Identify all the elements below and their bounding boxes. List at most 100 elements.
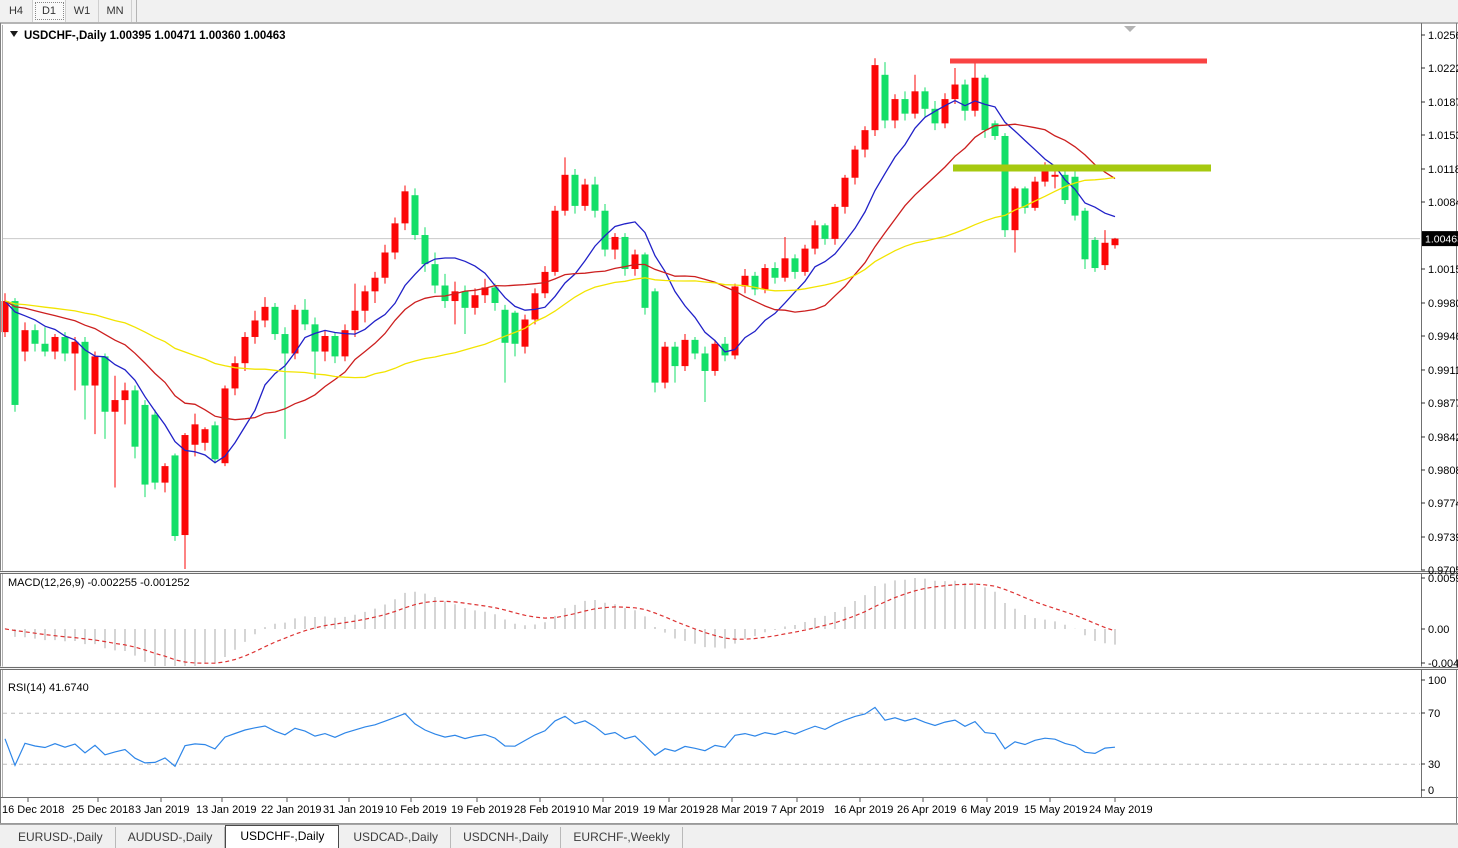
date-axis-label: 19 Mar 2019: [643, 804, 705, 816]
date-axis-label: 3 Jan 2019: [135, 804, 189, 816]
candle: [601, 210, 609, 250]
candle: [591, 184, 599, 211]
candle: [681, 339, 689, 367]
candle: [211, 425, 219, 460]
candle: [11, 301, 19, 405]
price-axis-label: 1.01180: [1428, 164, 1458, 176]
candle: [331, 335, 339, 357]
candle: [401, 191, 409, 224]
candle: [71, 341, 79, 354]
candle: [561, 174, 569, 211]
candle: [101, 356, 109, 412]
candle: [381, 252, 389, 278]
candle: [911, 91, 919, 114]
date-axis-label: 10 Feb 2019: [385, 804, 447, 816]
candle: [1091, 239, 1099, 269]
candle: [811, 225, 819, 249]
candle: [191, 424, 199, 445]
date-axis-label: 10 Mar 2019: [577, 804, 639, 816]
candle: [321, 335, 329, 352]
candle: [531, 293, 539, 320]
rsi-axis-label: 70: [1428, 708, 1440, 720]
mt4-window: H4D1W1MN 1.025601.022201.018701.015301.0…: [0, 0, 1458, 848]
candle: [91, 356, 99, 386]
candle: [641, 254, 649, 308]
candle: [41, 343, 49, 352]
candle: [951, 84, 959, 100]
candle: [1031, 181, 1039, 208]
chart-tab-eurchfweekly[interactable]: EURCHF-,Weekly: [561, 827, 683, 848]
timeframe-button-w1[interactable]: W1: [66, 0, 99, 22]
resistance-line[interactable]: [950, 58, 1207, 64]
chart-tab-usdcnhdaily[interactable]: USDCNH-,Daily: [451, 827, 562, 848]
candle: [551, 210, 559, 272]
candle: [661, 346, 669, 383]
chart-window[interactable]: 1.02560 1.02220 1.01870 1.01530 1.01180 1.008…: [0, 22, 1458, 824]
chart-tab-usdcaddaily[interactable]: USDCAD-,Daily: [341, 827, 452, 848]
candle: [831, 206, 839, 239]
candle: [431, 264, 439, 286]
candle: [941, 99, 949, 124]
date-axis-label: 28 Feb 2019: [514, 804, 576, 816]
candle: [701, 353, 709, 371]
candle: [281, 334, 289, 354]
price-axis-label: 0.98420: [1428, 432, 1458, 444]
price-axis-label: 1.00840: [1428, 197, 1458, 209]
candle: [621, 236, 629, 270]
rsi-axis-label: 0: [1428, 785, 1434, 797]
candle: [201, 429, 209, 443]
date-axis-label: 15 May 2019: [1024, 804, 1088, 816]
timeframe-button-d1[interactable]: D1: [33, 0, 66, 22]
candle: [571, 174, 579, 206]
candle: [711, 343, 719, 371]
candle: [511, 312, 519, 344]
candle: [241, 336, 249, 364]
candle: [611, 236, 619, 250]
price-axis-label: 0.97740: [1428, 498, 1458, 510]
chart-tab-eurusddaily[interactable]: EURUSD-,Daily: [6, 827, 116, 848]
date-axis-label: 25 Dec 2018: [72, 804, 134, 816]
candle: [121, 390, 129, 401]
current-price-label: 1.00463: [1425, 234, 1458, 246]
candle: [781, 258, 789, 278]
candle: [311, 324, 319, 352]
date-axis-label: 13 Jan 2019: [196, 804, 257, 816]
macd-label: MACD(12,26,9) -0.002255 -0.001252: [8, 577, 190, 589]
date-axis-label: 16 Apr 2019: [834, 804, 893, 816]
chart-canvas[interactable]: 1.02560 1.02220 1.01870 1.01530 1.01180 1.008…: [0, 22, 1458, 824]
candle: [731, 286, 739, 356]
price-axis-label: 0.99800: [1428, 298, 1458, 310]
support-line[interactable]: [953, 164, 1211, 172]
candle: [51, 336, 59, 352]
candle: [111, 400, 119, 412]
candle: [411, 195, 419, 236]
timeframe-button-h4[interactable]: H4: [0, 0, 33, 22]
chart-title: USDCHF-,Daily 1.00395 1.00471 1.00360 1.…: [24, 30, 286, 42]
candle: [761, 268, 769, 290]
candle: [891, 99, 899, 121]
candle: [871, 65, 879, 131]
price-axis-label: 0.98770: [1428, 398, 1458, 410]
candle: [61, 336, 69, 354]
candle: [1051, 174, 1059, 177]
candle: [881, 74, 889, 121]
candle: [361, 291, 369, 311]
price-axis-label: 1.01870: [1428, 97, 1458, 109]
candle: [921, 91, 929, 109]
timeframe-button-mn[interactable]: MN: [99, 0, 132, 22]
candle: [171, 455, 179, 537]
candle: [391, 223, 399, 253]
candle: [971, 77, 979, 111]
price-axis-label: 0.99110: [1428, 365, 1458, 377]
macd-axis-label: 0.00: [1428, 624, 1449, 636]
chart-background: [0, 22, 1458, 824]
candle: [691, 339, 699, 354]
date-axis-label: 24 May 2019: [1089, 804, 1153, 816]
chart-tab-usdchfdaily[interactable]: USDCHF-,Daily: [225, 825, 340, 848]
price-axis-label: 0.98080: [1428, 465, 1458, 477]
price-axis-label: 1.02560: [1428, 30, 1458, 42]
price-axis-label: 1.02220: [1428, 63, 1458, 75]
candle: [131, 390, 139, 447]
chart-tab-audusddaily[interactable]: AUDUSD-,Daily: [116, 827, 226, 848]
candle: [651, 291, 659, 383]
